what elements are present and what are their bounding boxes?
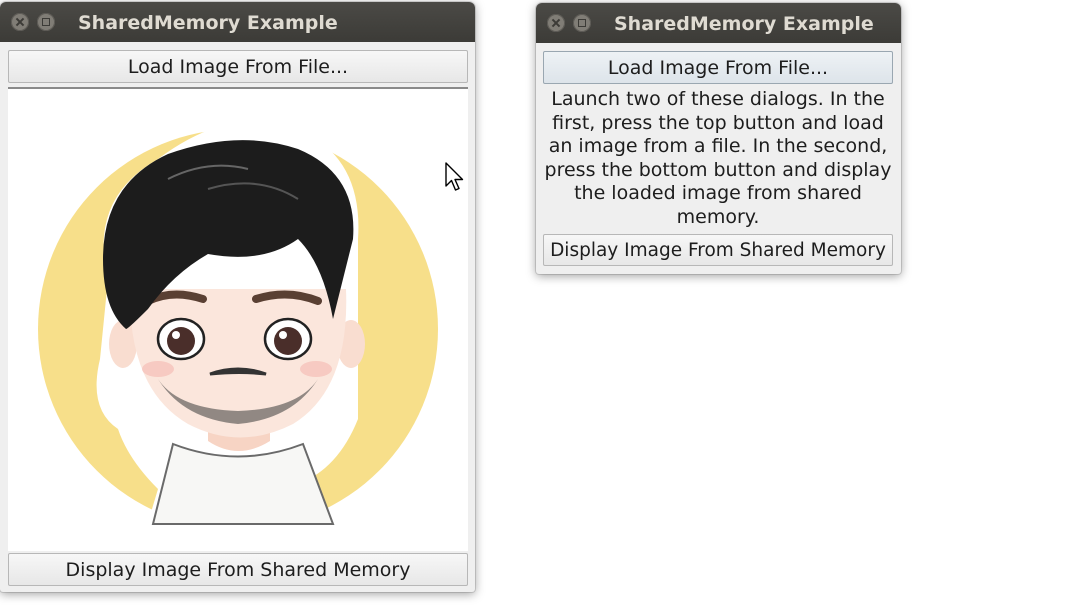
close-icon[interactable] xyxy=(11,13,29,31)
load-image-button[interactable]: Load Image From File... xyxy=(8,50,468,83)
title-bar[interactable]: SharedMemory Example xyxy=(0,2,475,42)
image-display-panel xyxy=(8,87,468,551)
maximize-icon[interactable] xyxy=(37,13,55,31)
load-image-button[interactable]: Load Image From File... xyxy=(543,51,893,84)
mouse-pointer-icon xyxy=(445,162,464,191)
maximize-icon[interactable] xyxy=(573,14,591,32)
instructions-text: Launch two of these dialogs. In the firs… xyxy=(544,88,892,228)
display-image-button[interactable]: Display Image From Shared Memory xyxy=(8,553,468,586)
avatar-image xyxy=(38,121,438,530)
title-bar[interactable]: SharedMemory Example xyxy=(536,3,901,43)
close-icon[interactable] xyxy=(547,14,565,32)
window-title: SharedMemory Example xyxy=(78,12,338,34)
display-image-button[interactable]: Display Image From Shared Memory xyxy=(543,234,893,266)
window-title: SharedMemory Example xyxy=(614,13,874,35)
